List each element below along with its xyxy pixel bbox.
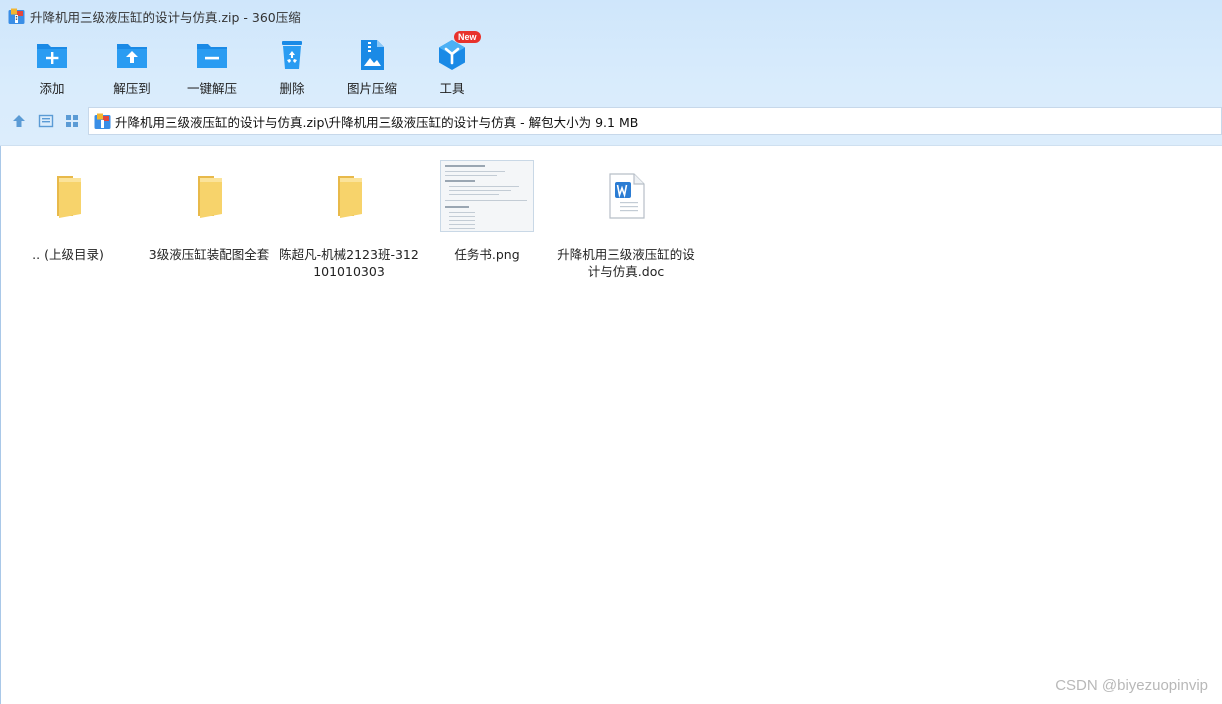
recycle-bin-icon — [282, 41, 302, 69]
file-item-folder[interactable]: 陈超凡-机械2123班-312101010303 — [279, 158, 419, 280]
up-arrow-icon[interactable] — [11, 113, 27, 129]
window-title: 升降机用三级液压缸的设计与仿真.zip - 360压缩 — [30, 9, 301, 25]
file-name: 3级液压缸装配图全套 — [148, 247, 270, 262]
image-compress-button[interactable]: 图片压缩 — [332, 38, 412, 98]
watermark: CSDN @biyezuopinvip — [1055, 677, 1208, 694]
zip-archive-icon — [8, 8, 25, 24]
image-thumbnail — [440, 160, 534, 232]
extract-to-icon — [117, 44, 147, 68]
title-bar: 升降机用三级液压缸的设计与仿真.zip - 360压缩 — [0, 0, 1222, 32]
file-icon-box — [578, 158, 674, 234]
navigation-bar: 升降机用三级液压缸的设计与仿真.zip\升降机用三级液压缸的设计与仿真 - 解包… — [0, 106, 1222, 136]
word-document-icon — [609, 173, 645, 219]
delete-label: 删除 — [279, 81, 305, 96]
file-item-doc[interactable]: 升降机用三级液压缸的设计与仿真.doc — [556, 158, 696, 280]
file-name: 陈超凡-机械2123班-312101010303 — [279, 247, 419, 279]
main-toolbar: 添加 解压到 一键解压 删除 图片压缩 New 工具 — [12, 31, 492, 98]
extract-to-button[interactable]: 解压到 — [92, 38, 172, 98]
one-click-extract-icon — [197, 44, 227, 68]
file-name: 升降机用三级液压缸的设计与仿真.doc — [557, 247, 695, 279]
one-click-extract-label: 一键解压 — [186, 81, 237, 96]
address-path: 升降机用三级液压缸的设计与仿真.zip\升降机用三级液压缸的设计与仿真 - 解包… — [115, 114, 639, 130]
file-item-parent-dir[interactable]: .. (上级目录) — [0, 158, 138, 263]
tools-label: 工具 — [439, 81, 465, 96]
file-icon-box — [20, 158, 116, 234]
zip-archive-icon — [94, 113, 111, 129]
tools-cube-icon — [439, 40, 465, 70]
folder-icon — [57, 176, 81, 218]
image-compress-label: 图片压缩 — [346, 81, 397, 96]
folder-icon — [198, 176, 222, 218]
thumbnail-view-icon[interactable] — [64, 113, 80, 129]
file-list-area: .. (上级目录) 3级液压缸装配图全套 陈超凡-机械2123班-3121010… — [0, 146, 1222, 704]
add-folder-icon — [37, 44, 67, 68]
file-name: .. (上级目录) — [32, 247, 104, 262]
file-icon-box — [439, 158, 535, 234]
file-name: 任务书.png — [454, 247, 520, 262]
file-icon-box — [301, 158, 397, 234]
address-bar[interactable]: 升降机用三级液压缸的设计与仿真.zip\升降机用三级液压缸的设计与仿真 - 解包… — [88, 107, 1222, 135]
file-item-image[interactable]: 任务书.png — [417, 158, 557, 263]
folder-icon — [338, 176, 362, 218]
add-button[interactable]: 添加 — [12, 38, 92, 98]
file-icon-box — [161, 158, 257, 234]
file-item-folder[interactable]: 3级液压缸装配图全套 — [139, 158, 279, 263]
image-compress-icon — [361, 40, 384, 70]
window-chrome: 升降机用三级液压缸的设计与仿真.zip - 360压缩 添加 解压到 一键解压 … — [0, 0, 1222, 146]
detail-view-icon[interactable] — [38, 113, 54, 129]
delete-button[interactable]: 删除 — [252, 38, 332, 98]
tools-button[interactable]: New 工具 — [412, 31, 492, 98]
new-badge: New — [454, 31, 481, 43]
one-click-extract-button[interactable]: 一键解压 — [172, 38, 252, 98]
add-label: 添加 — [39, 81, 65, 96]
extract-to-label: 解压到 — [113, 81, 151, 96]
tools-icon-wrap: New — [435, 31, 481, 72]
